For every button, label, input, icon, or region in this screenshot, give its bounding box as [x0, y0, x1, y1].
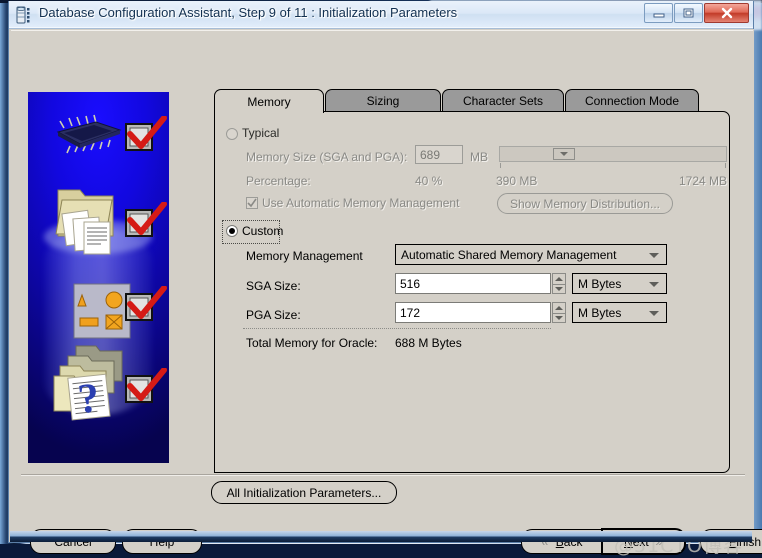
pga-stepper-up[interactable] [553, 303, 565, 313]
chevron-down-icon [649, 253, 659, 258]
client-area: ? [10, 29, 754, 542]
total-memory-label: Total Memory for Oracle: [246, 336, 377, 350]
folders-question-icon: ? [48, 342, 130, 422]
tab-sizing[interactable]: Sizing [325, 89, 441, 112]
slider-max-label: 1724 MB [665, 174, 727, 188]
client-inner: ? [11, 30, 753, 541]
chevron-down-icon [649, 311, 659, 316]
wizard-illustration-panel: ? [28, 92, 169, 463]
footer-divider-highlight [21, 475, 745, 476]
sga-size-input[interactable]: 516 [395, 273, 551, 294]
sga-unit-select[interactable]: M Bytes [572, 273, 667, 294]
maximize-button[interactable] [674, 3, 703, 23]
title-bar[interactable]: Database Configuration Assistant, Step 9… [9, 1, 753, 29]
pga-stepper-down[interactable] [553, 313, 565, 324]
checkmark-icon [124, 286, 168, 326]
sga-stepper-up[interactable] [553, 274, 565, 284]
memory-tab-panel: Typical Memory Size (SGA and PGA): 689 M… [214, 111, 730, 473]
window-bottom-strip [10, 531, 752, 542]
use-amm-label: Use Automatic Memory Management [262, 196, 459, 210]
checkmark-icon [124, 116, 168, 156]
database-icon [16, 6, 32, 24]
total-separator [243, 328, 551, 329]
checkmark-icon [124, 202, 168, 242]
chevron-down-icon [649, 282, 659, 287]
slider-thumb[interactable] [553, 148, 575, 160]
percentage-label: Percentage: [246, 174, 311, 188]
typical-label: Typical [242, 126, 279, 140]
cpu-chip-icon [50, 114, 126, 154]
memory-size-unit-label: MB [470, 150, 488, 164]
memory-size-slider[interactable] [499, 146, 727, 162]
tab-strip: Memory Sizing Character Sets Connection … [214, 89, 730, 112]
tab-memory[interactable]: Memory [214, 89, 324, 113]
memory-management-select[interactable]: Automatic Shared Memory Management [395, 244, 667, 265]
tab-connection-mode[interactable]: Connection Mode [565, 89, 699, 112]
pga-unit-select[interactable]: M Bytes [572, 302, 667, 323]
sga-size-label: SGA Size: [246, 279, 301, 293]
dca-window: Database Configuration Assistant, Step 9… [8, 1, 754, 543]
memory-size-label: Memory Size (SGA and PGA): [246, 150, 407, 164]
slider-min-label: 390 MB [496, 174, 537, 188]
percentage-value: 40 % [415, 174, 442, 188]
window-title: Database Configuration Assistant, Step 9… [39, 5, 457, 20]
window-controls [644, 3, 749, 23]
show-memory-distribution-button[interactable]: Show Memory Distribution... [497, 193, 673, 214]
pga-size-stepper[interactable] [552, 302, 566, 323]
pga-unit-value: M Bytes [578, 306, 621, 320]
tab-sizing-label: Sizing [367, 94, 400, 108]
close-icon[interactable] [704, 3, 749, 23]
tab-character-sets-label: Character Sets [463, 94, 543, 108]
tab-character-sets[interactable]: Character Sets [442, 89, 564, 112]
object-types-icon [72, 282, 132, 340]
custom-label: Custom [242, 224, 283, 238]
folder-documents-icon [52, 180, 122, 256]
sga-stepper-down[interactable] [553, 284, 565, 295]
memory-management-label: Memory Management [246, 249, 363, 263]
use-amm-checkbox[interactable] [246, 197, 258, 209]
sga-size-stepper[interactable] [552, 273, 566, 294]
tab-memory-label: Memory [247, 95, 290, 109]
custom-radio[interactable] [226, 225, 238, 237]
memory-size-field[interactable]: 689 [415, 145, 463, 164]
slider-tick-max [725, 163, 726, 168]
slider-tick-min [500, 163, 501, 168]
memory-management-value: Automatic Shared Memory Management [401, 248, 616, 262]
tab-connection-mode-label: Connection Mode [585, 94, 679, 108]
minimize-button[interactable] [644, 3, 673, 23]
pga-size-input[interactable]: 172 [395, 302, 551, 323]
checkmark-icon [124, 368, 168, 408]
sga-unit-value: M Bytes [578, 277, 621, 291]
total-memory-value: 688 M Bytes [395, 336, 462, 350]
typical-radio[interactable] [226, 128, 238, 140]
pga-size-label: PGA Size: [246, 308, 301, 322]
